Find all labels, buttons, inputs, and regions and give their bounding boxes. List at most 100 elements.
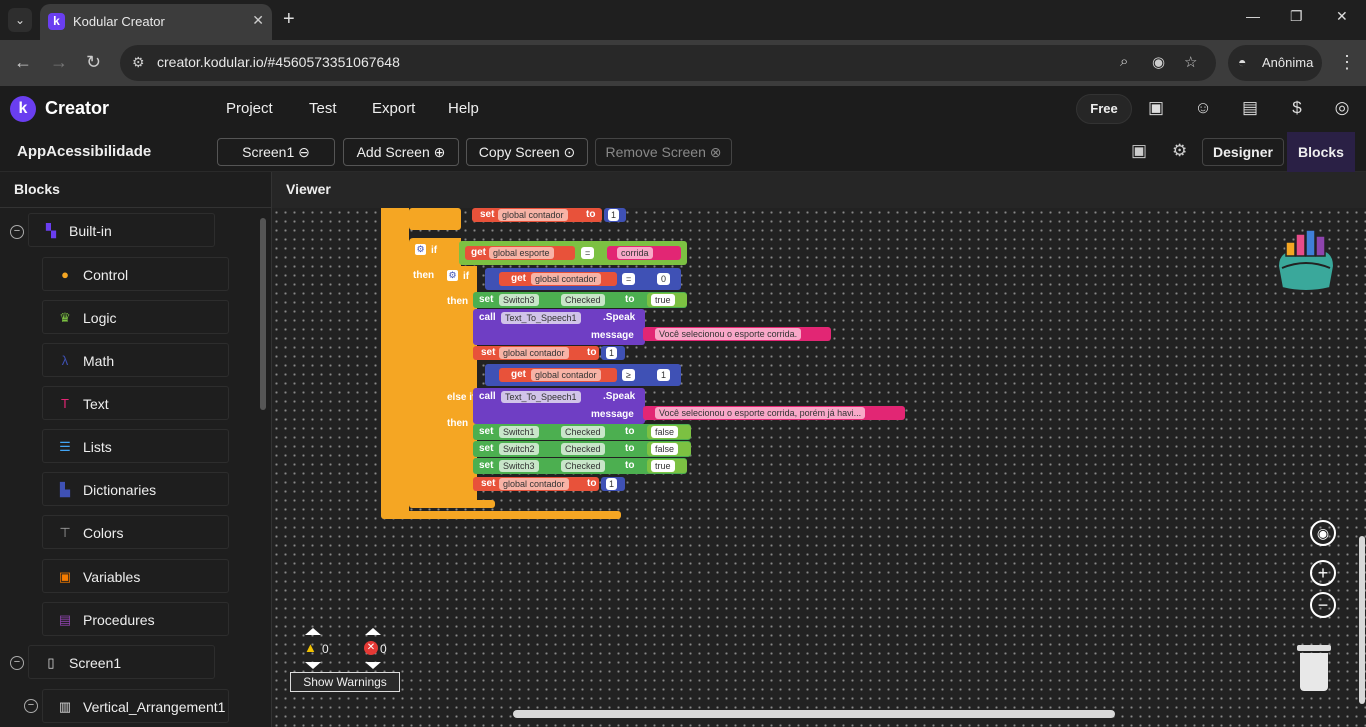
error-next-icon[interactable] [365, 662, 381, 669]
property-dropdown[interactable]: Checked [561, 294, 605, 306]
blocks-workspace[interactable]: set global contador to 1 ⚙ if then get g… [272, 208, 1366, 727]
component-dropdown[interactable]: Text_To_Speech1 [501, 312, 581, 324]
component-dropdown[interactable]: Switch1 [499, 426, 539, 438]
collapse-arrangement-icon[interactable]: − [24, 699, 38, 713]
folder-star-icon[interactable]: ▣ [1145, 97, 1167, 119]
reload-icon[interactable]: ↻ [86, 52, 101, 72]
sidebar-item-text[interactable]: T Text [42, 386, 229, 420]
set-switch3-block[interactable]: set Switch3 Checked to true [473, 458, 687, 474]
account-icon[interactable]: ◎ [1331, 97, 1353, 119]
eye-off-icon[interactable]: ◉ [1152, 53, 1165, 71]
var-dropdown[interactable]: global esporte [489, 247, 554, 259]
blocks-button[interactable]: Blocks [1287, 132, 1355, 172]
component-dropdown[interactable]: Switch3 [499, 460, 539, 472]
var-dropdown[interactable]: global contador [531, 273, 601, 285]
sidebar-item-math[interactable]: λ Math [42, 343, 229, 377]
menu-test[interactable]: Test [309, 100, 337, 117]
browser-menu-icon[interactable]: ⋮ [1338, 52, 1356, 73]
operator-dropdown[interactable]: = [581, 247, 595, 259]
property-dropdown[interactable]: Checked [561, 426, 605, 438]
component-dropdown[interactable]: Switch3 [499, 294, 539, 306]
sidebar-item-colors[interactable]: ⊤ Colors [42, 515, 229, 549]
text-value[interactable]: Você selecionou o esporte corrida. [655, 328, 802, 340]
sidebar-item-logic[interactable]: ♛ Logic [42, 300, 229, 334]
menu-project[interactable]: Project [226, 100, 273, 117]
sidebar-item-dictionaries[interactable]: ▙ Dictionaries [42, 472, 229, 506]
number-value[interactable]: 1 [606, 347, 618, 359]
add-screen-button[interactable]: Add Screen ⊕ [343, 138, 459, 166]
tree-item-builtin[interactable]: ▚ Built-in [28, 213, 215, 247]
url-text[interactable]: creator.kodular.io/#4560573351067648 [157, 54, 400, 70]
screen-select[interactable]: Screen1 ⊖ [217, 138, 335, 166]
property-dropdown[interactable]: Checked [561, 460, 605, 472]
workspace-scrollbar-horizontal[interactable] [513, 710, 1115, 718]
sidebar-item-variables[interactable]: ▣ Variables [42, 559, 229, 593]
zoom-out-icon[interactable]: − [1310, 592, 1336, 618]
math-compare-block[interactable]: get global contador ≥ 1 [485, 364, 681, 386]
property-dropdown[interactable]: Checked [561, 443, 605, 455]
sidebar-item-control[interactable]: ● Control [42, 257, 229, 291]
tab-search-button[interactable]: ⌄ [8, 8, 32, 32]
plan-badge[interactable]: Free [1076, 94, 1132, 124]
if-block-outer[interactable] [381, 208, 409, 519]
warning-prev-icon[interactable] [305, 628, 321, 635]
set-switch1-block[interactable]: set Switch1 Checked to false [473, 424, 691, 440]
set-switch3-block[interactable]: set Switch3 Checked to true [473, 292, 687, 308]
tts-speak-block[interactable]: call Text_To_Speech1 .Speak message [473, 309, 645, 345]
var-dropdown[interactable]: global contador [499, 478, 569, 490]
sidebar-item-lists[interactable]: ☰ Lists [42, 429, 229, 463]
component-dropdown[interactable]: Text_To_Speech1 [501, 391, 581, 403]
library-icon[interactable]: ▤ [1239, 97, 1261, 119]
back-icon[interactable]: ← [14, 52, 32, 72]
bool-value[interactable]: false [651, 426, 679, 438]
operator-dropdown[interactable]: ≥ [622, 369, 635, 381]
zoom-icon[interactable]: ⌕ [1120, 53, 1128, 70]
workspace-scrollbar-vertical[interactable] [1359, 536, 1365, 704]
trash-icon[interactable] [1297, 645, 1331, 691]
get-contador-block[interactable]: get global contador [499, 368, 617, 382]
show-warnings-button[interactable]: Show Warnings [290, 672, 400, 692]
browser-tab[interactable]: k Kodular Creator ✕ [40, 4, 272, 40]
collapse-builtin-icon[interactable]: − [10, 225, 24, 239]
menu-export[interactable]: Export [372, 100, 415, 117]
address-bar[interactable]: ⚙ creator.kodular.io/#4560573351067648 ⌕… [120, 45, 1216, 81]
recenter-icon[interactable]: ◉ [1310, 520, 1336, 546]
set-contador-block[interactable]: set global contador to [473, 477, 599, 491]
tree-item-screen1[interactable]: ▯ Screen1 [28, 645, 215, 679]
bool-block[interactable]: false [647, 442, 691, 456]
tts-speak-block[interactable]: call Text_To_Speech1 .Speak message [473, 388, 645, 424]
number-value[interactable]: 1 [606, 478, 618, 490]
window-close-icon[interactable]: ✕ [1336, 8, 1348, 25]
text-value[interactable]: corrida [617, 247, 653, 259]
text-value[interactable]: Você selecionou o esporte corrida, porém… [655, 407, 866, 419]
var-dropdown[interactable]: global contador [499, 347, 569, 359]
set-switch2-block[interactable]: set Switch2 Checked to false [473, 441, 691, 457]
collapse-screen-icon[interactable]: − [10, 656, 24, 670]
number-value[interactable]: 1 [657, 369, 671, 381]
component-dropdown[interactable]: Switch2 [499, 443, 539, 455]
warning-next-icon[interactable] [305, 662, 321, 669]
gear-icon[interactable]: ⚙ [415, 244, 426, 255]
remove-screen-button[interactable]: Remove Screen ⊗ [595, 138, 732, 166]
bool-block[interactable]: false [647, 425, 691, 439]
copy-screen-button[interactable]: Copy Screen ⊙ [466, 138, 588, 166]
text-message-block[interactable]: Você selecionou o esporte corrida. [643, 327, 831, 341]
menu-help[interactable]: Help [448, 100, 479, 117]
number-block[interactable]: 1 [601, 477, 625, 491]
bool-value[interactable]: true [651, 294, 675, 306]
designer-button[interactable]: Designer [1202, 138, 1284, 166]
incognito-badge[interactable]: ◓ Anônima [1228, 45, 1322, 81]
math-compare-block[interactable]: get global contador = 0 [485, 268, 681, 290]
compare-block[interactable]: get global esporte = corrida [459, 241, 687, 265]
number-block[interactable]: 1 [601, 346, 625, 360]
text-block[interactable]: corrida [607, 246, 681, 260]
set-contador-block-top[interactable]: set global contador to [472, 208, 602, 222]
bool-block[interactable]: true [647, 459, 687, 473]
error-prev-icon[interactable] [365, 628, 381, 635]
bool-value[interactable]: true [651, 460, 675, 472]
gear-icon[interactable]: ⚙ [447, 270, 458, 281]
text-message-block[interactable]: Você selecionou o esporte corrida, porém… [643, 406, 905, 420]
dollar-icon[interactable]: $ [1286, 97, 1308, 119]
zoom-in-icon[interactable]: + [1310, 560, 1336, 586]
tree-item-vertical-arrangement[interactable]: ▥ Vertical_Arrangement1 [42, 689, 229, 723]
